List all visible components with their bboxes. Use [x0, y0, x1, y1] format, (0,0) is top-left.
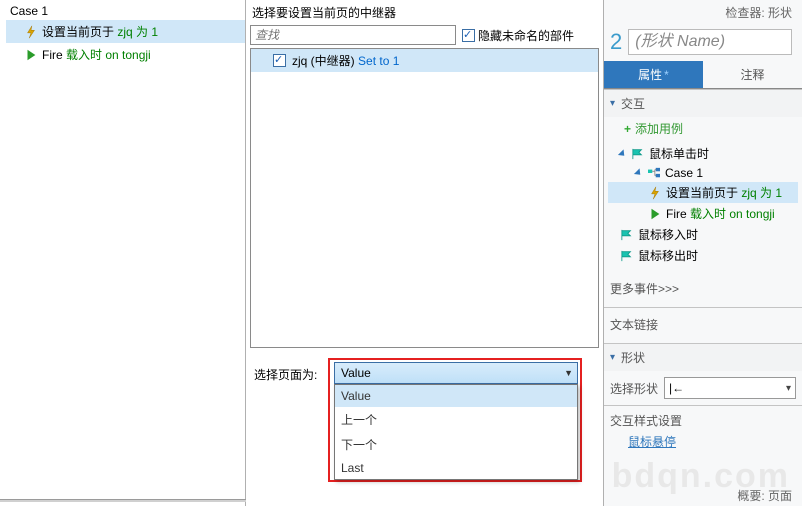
repeater-list: zjq (中继器) Set to 1: [250, 48, 599, 348]
page-select-area: 选择页面为: Value ▼ Value 上一个 下一个 Last: [250, 362, 599, 383]
hover-style-link[interactable]: 鼠标悬停: [610, 429, 796, 456]
text-link-section: 文本链接: [604, 308, 802, 343]
chevron-down-icon: ▾: [610, 352, 615, 363]
tree-case[interactable]: Case 1: [608, 164, 798, 182]
page-select-label: 选择页面为:: [254, 362, 317, 383]
lightning-icon: [24, 25, 38, 39]
tree-event-mouse-in[interactable]: 鼠标移入时: [608, 224, 798, 245]
action-text: 设置当前页于 zjq 为 1: [42, 23, 158, 40]
flag-icon: [631, 148, 645, 160]
tab-notes[interactable]: 注释: [703, 61, 802, 88]
shape-index: 2: [610, 29, 622, 55]
case-label: Case 1: [6, 2, 245, 20]
list-item-label: zjq (中继器) Set to 1: [292, 52, 399, 69]
action-row-set-page[interactable]: 设置当前页于 zjq 为 1: [6, 20, 245, 43]
chevron-down-icon: ▾: [610, 98, 615, 109]
hide-unnamed-checkbox[interactable]: 隐藏未命名的部件: [462, 27, 574, 44]
dropdown-value: Value: [341, 366, 371, 380]
section-shape-header[interactable]: ▾形状: [604, 344, 802, 371]
list-item[interactable]: zjq (中继器) Set to 1: [251, 49, 598, 72]
action-text: Fire 载入时 on tongji: [42, 46, 151, 63]
inspector-tabs: 属性* 注释: [604, 61, 802, 89]
flag-icon: [620, 229, 634, 241]
shape-name-input[interactable]: (形状 Name): [628, 29, 792, 55]
play-icon: [24, 48, 38, 62]
search-input[interactable]: [250, 25, 456, 45]
dropdown-option-prev[interactable]: 上一个: [335, 407, 577, 432]
tree-event-click[interactable]: 鼠标单击时: [608, 143, 798, 164]
tree-action-fire[interactable]: Fire 载入时 on tongji: [608, 203, 798, 224]
dropdown-option-next[interactable]: 下一个: [335, 432, 577, 457]
panel-title: 选择要设置当前页的中继器: [250, 2, 599, 25]
shape-glyph: |←: [669, 381, 684, 395]
lightning-icon: [648, 186, 662, 200]
interaction-tree: 鼠标单击时 Case 1 设置当前页于 zjq 为 1 Fire 载入时 on …: [604, 143, 802, 274]
inspector-label: 检查器: 形状: [725, 4, 792, 21]
inspector-panel: 检查器: 形状 2 (形状 Name) 属性* 注释 ▾交互 +添加用例 鼠标单…: [604, 0, 802, 506]
chevron-down-icon: ▾: [786, 383, 791, 394]
expand-icon: [634, 168, 643, 177]
tree-action-set-page[interactable]: 设置当前页于 zjq 为 1: [608, 182, 798, 203]
checkbox-icon: [462, 29, 475, 42]
checkbox-icon: [273, 54, 286, 67]
chevron-down-icon: ▼: [564, 368, 573, 378]
decor-ledge: [0, 499, 246, 502]
dropdown-list: Value 上一个 下一个 Last: [334, 384, 578, 480]
repeater-config-panel: 选择要设置当前页的中继器 隐藏未命名的部件 zjq (中继器) Set to 1…: [246, 0, 604, 506]
more-events-link[interactable]: 更多事件>>>: [604, 274, 802, 307]
dropdown-option-value[interactable]: Value: [335, 385, 577, 407]
inspector-header: 检查器: 形状: [604, 0, 802, 25]
case-icon: [647, 167, 661, 179]
tree-event-mouse-out[interactable]: 鼠标移出时: [608, 245, 798, 266]
expand-icon: [618, 149, 627, 158]
select-shape-label: 选择形状: [610, 380, 658, 397]
footer-outline: 概要: 页面: [737, 487, 792, 504]
action-row-fire[interactable]: Fire 载入时 on tongji: [6, 43, 245, 66]
checkbox-label: 隐藏未命名的部件: [478, 27, 574, 44]
inter-style-label: 交互样式设置: [610, 414, 682, 428]
tab-properties[interactable]: 属性*: [604, 61, 703, 88]
flag-icon: [620, 250, 634, 262]
play-icon: [648, 207, 662, 221]
section-interaction-header[interactable]: ▾交互: [604, 90, 802, 117]
dropdown-option-last[interactable]: Last: [335, 457, 577, 479]
shape-select-dropdown[interactable]: |← ▾: [664, 377, 796, 399]
add-case-button[interactable]: +添加用例: [604, 117, 802, 143]
case-action-panel: Case 1 设置当前页于 zjq 为 1 Fire 载入时 on tongji: [0, 0, 246, 506]
page-select-dropdown[interactable]: Value ▼: [334, 362, 578, 384]
